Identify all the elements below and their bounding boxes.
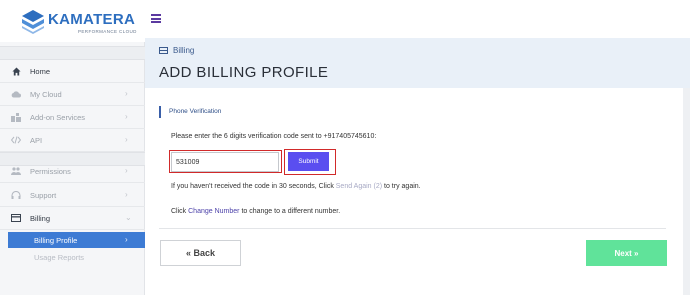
send-again-link[interactable]: Send Again (2) bbox=[336, 183, 382, 190]
chevron-right-icon: › bbox=[125, 89, 128, 98]
users-icon bbox=[11, 166, 21, 176]
resend-text: If you haven't received the code in 30 s… bbox=[171, 183, 421, 190]
back-button[interactable]: « Back bbox=[160, 240, 241, 266]
hamburger-menu-icon[interactable] bbox=[151, 14, 161, 23]
verification-code-input[interactable] bbox=[171, 152, 279, 172]
page-header: Billing ADD BILLING PROFILE bbox=[145, 38, 690, 88]
change-number-text: Click Change Number to change to a diffe… bbox=[171, 208, 340, 215]
sidebar: KAMATERA PERFORMANCE CLOUD Home My Cloud… bbox=[0, 0, 145, 295]
headset-icon bbox=[11, 190, 21, 200]
breadcrumb: Billing bbox=[159, 46, 194, 55]
breadcrumb-label[interactable]: Billing bbox=[173, 46, 194, 55]
divider bbox=[159, 228, 666, 229]
sidebar-subitem-label: Usage Reports bbox=[34, 253, 85, 262]
sidebar-item-billing[interactable]: Billing ⌄ bbox=[0, 207, 145, 230]
section-title: Phone Verification bbox=[159, 106, 221, 118]
chevron-right-icon: › bbox=[125, 235, 128, 244]
chevron-right-icon: › bbox=[125, 112, 128, 121]
sidebar-item-api[interactable]: API › bbox=[0, 129, 145, 152]
home-icon bbox=[11, 66, 21, 76]
app-root: KAMATERA PERFORMANCE CLOUD Home My Cloud… bbox=[0, 0, 690, 295]
sidebar-item-label: Permissions bbox=[30, 167, 71, 176]
sidebar-divider bbox=[0, 46, 145, 60]
kamatera-logo-icon bbox=[22, 10, 44, 34]
sidebar-item-label: Support bbox=[30, 191, 57, 200]
next-button[interactable]: Next » bbox=[586, 240, 667, 266]
page-title: ADD BILLING PROFILE bbox=[159, 64, 329, 81]
resend-prefix: If you haven't received the code in 30 s… bbox=[171, 183, 336, 190]
card-icon bbox=[11, 213, 21, 223]
resend-suffix: to try again. bbox=[382, 183, 421, 190]
change-suffix: to change to a different number. bbox=[239, 208, 341, 215]
change-prefix: Click bbox=[171, 208, 189, 215]
scrollbar-track[interactable] bbox=[683, 88, 690, 295]
sidebar-item-label: Add-on Services bbox=[30, 113, 86, 122]
code-icon bbox=[11, 135, 21, 145]
logo[interactable]: KAMATERA PERFORMANCE CLOUD bbox=[0, 0, 145, 42]
card-icon bbox=[159, 47, 168, 54]
sidebar-item-label: API bbox=[30, 136, 43, 145]
verification-instruction: Please enter the 6 digits verification c… bbox=[171, 133, 377, 140]
chevron-right-icon: › bbox=[125, 166, 128, 175]
sidebar-subitem-billing-profile[interactable]: Billing Profile › bbox=[8, 232, 145, 248]
main-content: Phone Verification Please enter the 6 di… bbox=[145, 88, 690, 295]
sidebar-subitem-usage-reports[interactable]: Usage Reports bbox=[8, 249, 145, 265]
brand-tagline: PERFORMANCE CLOUD bbox=[78, 29, 137, 34]
submit-button[interactable]: Submit bbox=[288, 152, 329, 171]
sidebar-item-support[interactable]: Support › bbox=[0, 184, 145, 207]
sidebar-item-label: My Cloud bbox=[30, 90, 62, 99]
sidebar-item-label: Billing bbox=[30, 214, 51, 223]
top-bar bbox=[145, 0, 690, 38]
sidebar-item-add-on-services[interactable]: Add-on Services › bbox=[0, 106, 145, 129]
sidebar-subitem-label: Billing Profile bbox=[34, 236, 78, 245]
chevron-down-icon: ⌄ bbox=[125, 213, 132, 222]
cloud-icon bbox=[11, 89, 21, 99]
brand-name: KAMATERA bbox=[48, 11, 136, 28]
sidebar-item-my-cloud[interactable]: My Cloud › bbox=[0, 83, 145, 106]
sidebar-item-home[interactable]: Home bbox=[0, 60, 145, 83]
chevron-right-icon: › bbox=[125, 135, 128, 144]
addon-icon bbox=[11, 112, 21, 122]
change-number-link[interactable]: Change Number bbox=[188, 208, 239, 215]
sidebar-item-label: Home bbox=[30, 67, 51, 76]
chevron-right-icon: › bbox=[125, 190, 128, 199]
sidebar-item-permissions[interactable]: Permissions › bbox=[0, 160, 145, 183]
